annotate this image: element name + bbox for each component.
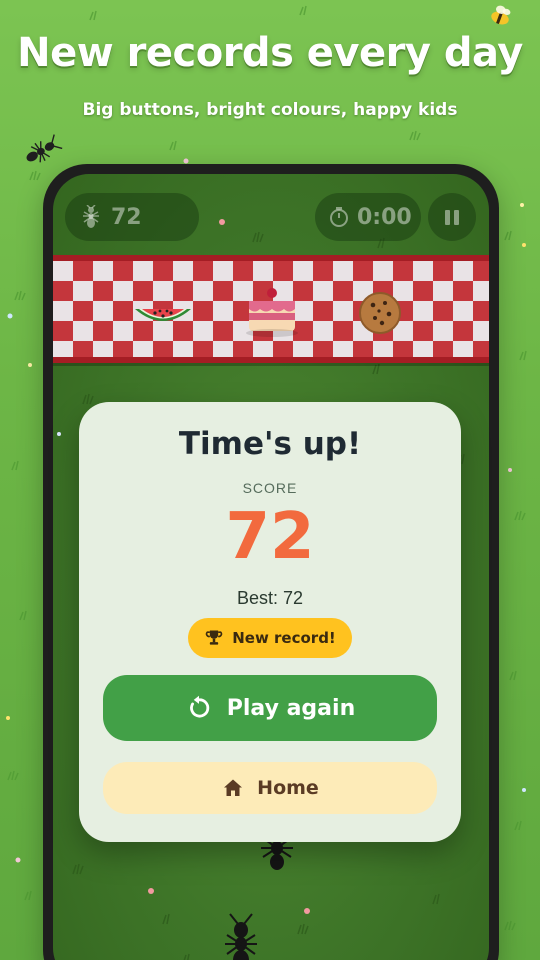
timer-display: 0:00 xyxy=(315,193,421,241)
ant-icon xyxy=(26,134,63,163)
hud-timer: 0:00 xyxy=(357,204,412,230)
trophy-icon xyxy=(205,630,223,645)
watermelon-icon xyxy=(135,309,191,321)
home-icon xyxy=(224,779,243,796)
home-label: Home xyxy=(257,777,319,799)
stopwatch-icon xyxy=(330,207,348,227)
promo-headline: New records every day xyxy=(17,30,523,76)
best-score: Best: 72 xyxy=(236,588,304,608)
score-counter: 72 xyxy=(65,193,199,241)
picnic-tablecloth xyxy=(53,255,489,363)
ant-icon xyxy=(225,913,257,960)
dialog-title: Time's up! xyxy=(178,426,362,462)
cookie-icon xyxy=(359,292,401,334)
game-over-dialog: Time's up! SCORE 72 Best: 72 New record!… xyxy=(79,402,461,842)
restart-icon xyxy=(189,695,209,718)
hud-score: 72 xyxy=(111,204,142,230)
home-button[interactable]: Home xyxy=(103,762,437,814)
promo-subline: Big buttons, bright colours, happy kids xyxy=(82,100,458,120)
bee-icon xyxy=(491,5,511,25)
ant-icon xyxy=(83,205,99,228)
score-label: SCORE xyxy=(242,480,298,496)
play-again-label: Play again xyxy=(226,695,356,721)
pause-icon xyxy=(445,209,450,225)
badge-text: New record! xyxy=(232,629,336,647)
cake-icon xyxy=(246,288,298,337)
new-record-badge: New record! xyxy=(188,618,352,658)
play-again-button[interactable]: Play again xyxy=(103,675,437,741)
final-score: 72 xyxy=(225,500,315,574)
pause-button[interactable] xyxy=(428,193,476,241)
